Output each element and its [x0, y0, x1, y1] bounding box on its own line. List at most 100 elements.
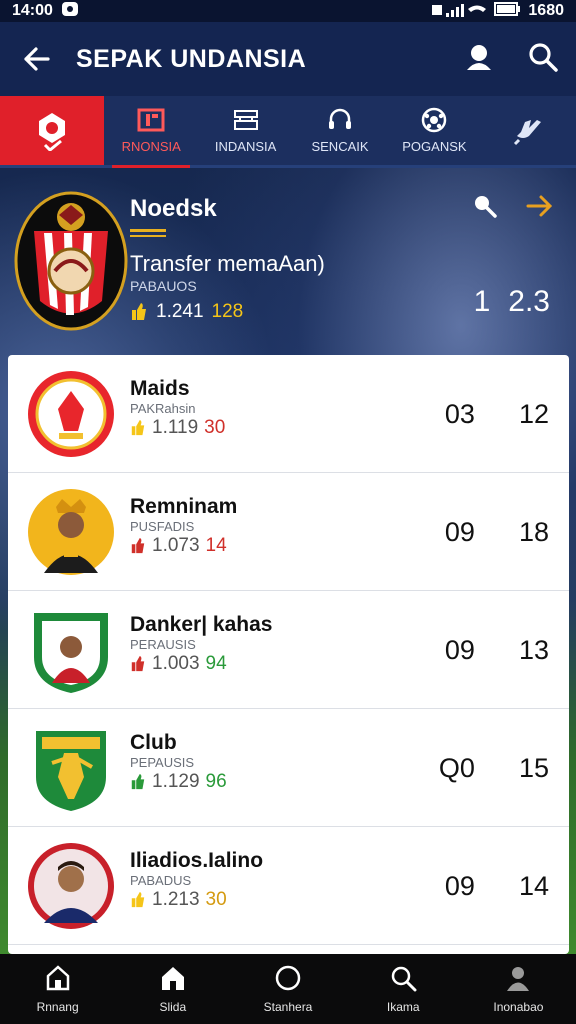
tab-label: POGANSK	[402, 139, 467, 154]
stat-value: 1.213	[152, 889, 200, 910]
tab-pogansk[interactable]: POGANSK	[387, 96, 481, 165]
featured-open-button[interactable]	[526, 193, 554, 224]
featured-team-name: Noedsk	[130, 195, 217, 222]
tab-rnonsia[interactable]: RNONSIA	[104, 96, 198, 168]
status-bar: 14:00 1680	[0, 0, 576, 22]
stat-value: 1.073	[152, 535, 200, 556]
score-right: 15	[518, 753, 549, 783]
match-score: 03 12	[445, 399, 549, 430]
team-name: Iliadios.Ialino	[130, 849, 264, 872]
tab-label: SENCAIK	[311, 139, 369, 154]
team-stats: 1.213 30	[130, 889, 227, 911]
list-item[interactable]: Club PEPAUSIS 1.129 96 Q0 15	[8, 709, 569, 827]
score-left: 09	[444, 635, 475, 665]
featured-team-card[interactable]: Noedsk Transfer memaAan) PABAUOS 1.241 1…	[0, 171, 576, 355]
club-crest-logo	[26, 605, 116, 695]
home-filled-icon	[161, 967, 184, 990]
thumb-icon	[131, 892, 145, 908]
score-left: 09	[444, 517, 475, 547]
category-tabs: RNONSIA INDANSIA SENCAIK POGANSK	[0, 96, 576, 168]
tab-more[interactable]	[482, 96, 576, 165]
team-name: Club	[130, 731, 177, 754]
list-item[interactable]: Danker| kahas PERAUSIS 1.003 94 09 13	[8, 591, 569, 709]
stat-count: 128	[211, 301, 244, 322]
search-icon	[391, 966, 417, 992]
search-icon	[475, 196, 497, 218]
nav-item-stanhera[interactable]: Stanhera	[230, 954, 345, 1024]
player-avatar	[26, 841, 116, 931]
app-bar: SEPAK UNDANSIA	[0, 22, 576, 96]
title-underline	[130, 229, 166, 232]
match-score: 09 14	[445, 871, 549, 902]
nav-label: Rnnang	[36, 1000, 79, 1014]
team-stats: 1.003 94	[130, 653, 227, 675]
circle-icon	[275, 965, 301, 991]
nav-label: Stanhera	[263, 1000, 313, 1014]
score-right: 12	[518, 399, 549, 429]
nav-item-ikama[interactable]: Ikama	[346, 954, 461, 1024]
team-meta: PEPAUSIS	[130, 755, 195, 770]
notification-icon	[61, 1, 79, 22]
status-time: 14:00	[12, 2, 53, 19]
tab-sencaik[interactable]: SENCAIK	[293, 96, 387, 165]
stadium-icon	[232, 107, 260, 133]
team-meta: PAKRahsin	[130, 401, 196, 416]
nav-item-rnnang[interactable]: Rnnang	[0, 954, 115, 1024]
user-icon	[467, 44, 491, 70]
arrow-left-icon	[24, 47, 50, 71]
ball-icon	[421, 107, 447, 133]
thumb-icon	[131, 538, 145, 554]
list-item[interactable]: Remninam PUSFADIS 1.073 14 09 18	[8, 473, 569, 591]
badge-check-icon	[39, 112, 65, 151]
arrow-right-icon	[526, 195, 553, 217]
featured-meta: PABAUOS	[130, 278, 197, 294]
player-avatar	[26, 487, 116, 577]
profile-icon	[507, 967, 530, 991]
featured-subtitle: Transfer memaAan)	[130, 251, 325, 276]
stat-count: 30	[205, 889, 227, 910]
team-crest-logo	[14, 191, 128, 331]
team-stats: 1.119 30	[130, 417, 225, 439]
headset-icon	[327, 107, 353, 133]
tab-home[interactable]	[0, 96, 104, 165]
stat-count: 94	[205, 653, 227, 674]
thumb-icon	[131, 656, 145, 672]
nav-item-inonabao[interactable]: Inonabao	[461, 954, 576, 1024]
team-name: Danker| kahas	[130, 613, 273, 636]
search-button[interactable]	[528, 42, 558, 77]
nav-label: Ikama	[386, 1000, 420, 1014]
score-left: 09	[444, 871, 475, 901]
back-button[interactable]	[18, 41, 54, 77]
match-score: 09 18	[445, 517, 549, 548]
nav-label: Slida	[159, 1000, 187, 1014]
team-stats: 1.073 14	[130, 535, 227, 557]
match-score: 09 13	[445, 635, 549, 666]
featured-score: 1 2.3	[474, 285, 550, 319]
tab-indansia[interactable]: INDANSIA	[198, 96, 292, 165]
profile-button[interactable]	[464, 42, 494, 77]
stat-value: 1.003	[152, 653, 200, 674]
stat-value: 1.241	[156, 301, 204, 322]
featured-search-button[interactable]	[472, 193, 498, 224]
team-name: Remninam	[130, 495, 238, 518]
stat-count: 30	[204, 417, 226, 438]
signal-icon	[432, 3, 487, 20]
title-underline	[130, 235, 166, 237]
list-item[interactable]: Maids PAKRahsin 1.119 30 03 12	[8, 355, 569, 473]
home-outline-icon	[46, 965, 69, 991]
thumb-icon	[132, 303, 146, 320]
team-stats: 1.129 96	[130, 771, 227, 793]
battery-level: 1680	[528, 2, 564, 19]
score-left: 1	[473, 285, 491, 318]
score-right: 2.3	[508, 285, 550, 318]
score-left: 03	[444, 399, 475, 429]
club-crest-logo	[26, 723, 116, 813]
bottom-navigation: Rnnang Slida Stanhera Ikama Inonabao	[0, 954, 576, 1024]
score-right: 18	[518, 517, 549, 547]
club-crest-logo	[26, 369, 116, 459]
nav-item-slida[interactable]: Slida	[115, 954, 230, 1024]
featured-stats: 1.241 128	[130, 301, 243, 323]
hand-icon	[513, 118, 545, 145]
tab-label: INDANSIA	[214, 139, 277, 154]
list-item[interactable]: Iliadios.Ialino PABADUS 1.213 30 09 14	[8, 827, 569, 945]
